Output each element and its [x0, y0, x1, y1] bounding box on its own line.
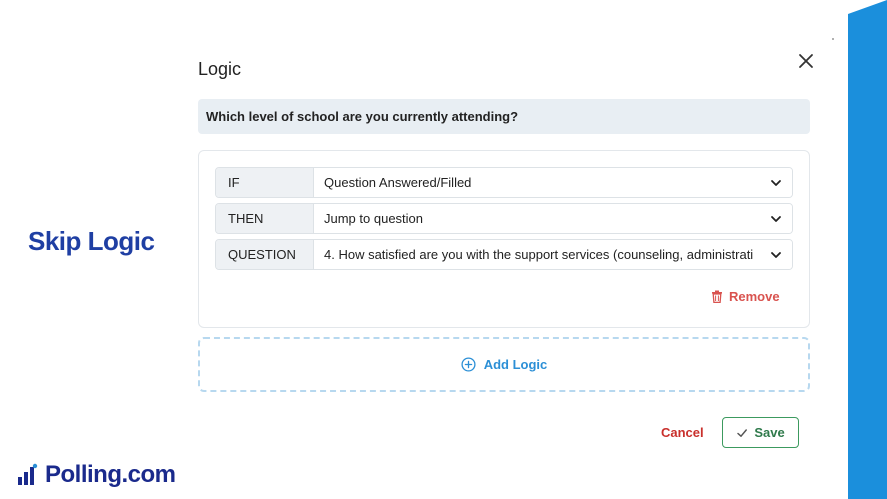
question-row: QUESTION 4. How satisfied are you with t… — [215, 239, 793, 270]
question-text: Which level of school are you currently … — [198, 99, 810, 134]
save-label: Save — [754, 425, 785, 440]
polling-logo-icon — [18, 463, 38, 485]
then-action-value: Jump to question — [324, 211, 424, 226]
close-icon[interactable] — [797, 52, 815, 70]
decorative-side-stripe — [848, 0, 887, 499]
chevron-down-icon — [771, 251, 781, 258]
then-label: THEN — [216, 204, 314, 233]
target-question-value: 4. How satisfied are you with the suppor… — [324, 247, 754, 262]
trash-icon — [712, 290, 722, 303]
target-question-select[interactable]: 4. How satisfied are you with the suppor… — [314, 240, 792, 269]
remove-label: Remove — [729, 289, 780, 304]
decorative-dot — [832, 38, 834, 40]
skip-logic-heading: Skip Logic — [28, 226, 155, 256]
add-logic-button[interactable]: Add Logic — [198, 337, 810, 392]
if-label: IF — [216, 168, 314, 197]
brand-name: Polling.com — [45, 461, 176, 488]
if-condition-select[interactable]: Question Answered/Filled — [314, 168, 792, 197]
if-condition-value: Question Answered/Filled — [324, 175, 472, 190]
add-logic-label: Add Logic — [483, 357, 548, 372]
chevron-down-icon — [771, 179, 781, 186]
logic-rule-card: IF Question Answered/Filled THEN Jump to… — [198, 150, 810, 328]
save-button[interactable]: Save — [722, 417, 799, 448]
modal-title: Logic — [198, 59, 242, 79]
cancel-button[interactable]: Cancel — [661, 425, 704, 440]
brand-logo: Polling.com — [17, 461, 176, 489]
remove-rule-button[interactable]: Remove — [711, 289, 780, 304]
then-row: THEN Jump to question — [215, 203, 793, 234]
if-row: IF Question Answered/Filled — [215, 167, 793, 198]
chevron-down-icon — [771, 215, 781, 222]
plus-circle-icon — [461, 357, 476, 372]
check-icon — [737, 428, 748, 437]
question-label: QUESTION — [216, 240, 314, 269]
then-action-select[interactable]: Jump to question — [314, 204, 792, 233]
